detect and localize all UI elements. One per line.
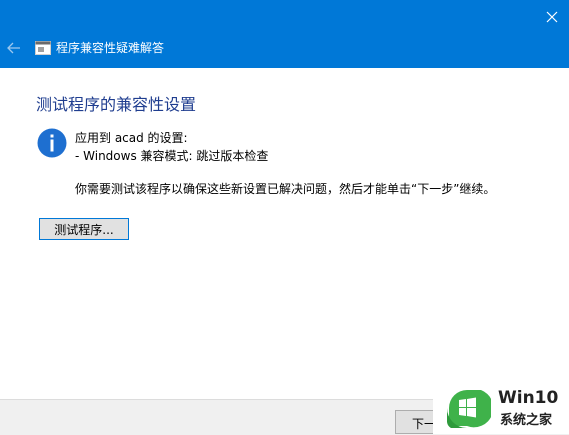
window-title: 程序兼容性疑难解答 <box>56 41 165 55</box>
test-program-button[interactable]: 测试程序... <box>39 218 129 240</box>
title-bar: 程序兼容性疑难解答 <box>0 0 569 68</box>
win10-logo-icon <box>447 390 491 428</box>
close-button[interactable] <box>535 0 569 34</box>
settings-applied-label: 应用到 acad 的设置: <box>75 131 188 145</box>
instruction-text: 你需要测试该程序以确保这些新设置已解决问题，然后才能单击“下一步”继续。 <box>75 182 496 196</box>
back-arrow-icon <box>7 42 20 54</box>
watermark-line2: 系统之家 <box>500 413 553 428</box>
close-icon <box>546 11 558 23</box>
page-heading: 测试程序的兼容性设置 <box>36 95 197 114</box>
watermark-line1: Win10 <box>498 388 559 408</box>
back-button[interactable] <box>4 38 24 58</box>
compat-mode-setting: - Windows 兼容模式: 跳过版本检查 <box>75 149 269 163</box>
troubleshooter-app-icon <box>35 41 51 55</box>
info-icon <box>37 128 67 158</box>
